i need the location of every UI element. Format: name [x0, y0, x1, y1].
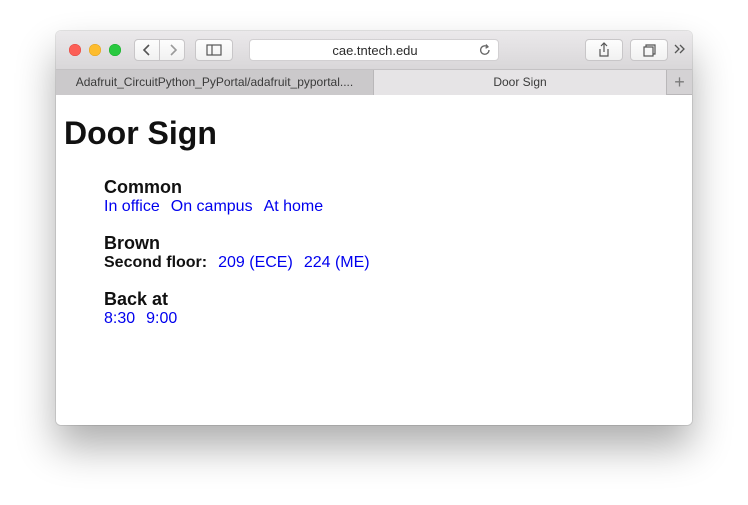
- nav-divider: [159, 40, 160, 60]
- link-900[interactable]: 9:00: [146, 310, 177, 327]
- link-209-ece[interactable]: 209 (ECE): [218, 254, 293, 271]
- share-icon: [599, 42, 609, 57]
- new-tab-button[interactable]: +: [667, 70, 692, 95]
- reload-icon[interactable]: [478, 43, 492, 57]
- close-window-button[interactable]: [69, 44, 81, 56]
- zoom-window-button[interactable]: [109, 44, 121, 56]
- section-links: 8:30 9:00: [104, 309, 188, 328]
- page-title: Door Sign: [64, 115, 217, 151]
- tab-door-sign[interactable]: Door Sign: [373, 70, 667, 95]
- section-common: Common In office On campus At home: [104, 177, 334, 216]
- section-heading: Back at: [104, 289, 169, 309]
- section-heading: Common: [104, 177, 182, 197]
- tabs-overview-icon: [643, 44, 656, 57]
- sidebar-icon: [206, 44, 222, 56]
- tab-bar: Adafruit_CircuitPython_PyPortal/adafruit…: [56, 69, 692, 95]
- link-224-me[interactable]: 224 (ME): [304, 254, 370, 271]
- url-text: cae.tntech.edu: [332, 43, 418, 58]
- link-on-campus[interactable]: On campus: [171, 198, 253, 215]
- browser-window: cae.tntech.edu Adafruit_CircuitPython_Py…: [56, 31, 692, 425]
- sidebar-button[interactable]: [195, 39, 233, 61]
- page-content: Door Sign Common In office On campus At ho…: [56, 95, 692, 425]
- nav-button-group: [134, 39, 185, 61]
- link-830[interactable]: 8:30: [104, 310, 135, 327]
- section-back-at: Back at 8:30 9:00: [104, 289, 188, 328]
- section-brown: Brown Second floor: 209 (ECE) 224 (ME): [104, 233, 381, 272]
- share-button[interactable]: [585, 39, 623, 61]
- link-at-home[interactable]: At home: [264, 198, 324, 215]
- link-in-office[interactable]: In office: [104, 198, 160, 215]
- forward-icon[interactable]: [161, 40, 185, 60]
- back-icon[interactable]: [135, 40, 159, 60]
- section-links: Second floor: 209 (ECE) 224 (ME): [104, 253, 381, 272]
- overflow-chevron-icon[interactable]: [673, 42, 687, 56]
- tabs-overview-button[interactable]: [630, 39, 668, 61]
- section-heading: Brown: [104, 233, 160, 253]
- section-links: In office On campus At home: [104, 197, 334, 216]
- tab-pyportal[interactable]: Adafruit_CircuitPython_PyPortal/adafruit…: [56, 70, 373, 95]
- minimize-window-button[interactable]: [89, 44, 101, 56]
- second-floor-label: Second floor:: [104, 254, 208, 271]
- browser-toolbar: cae.tntech.edu: [56, 31, 692, 69]
- address-bar[interactable]: cae.tntech.edu: [249, 39, 499, 61]
